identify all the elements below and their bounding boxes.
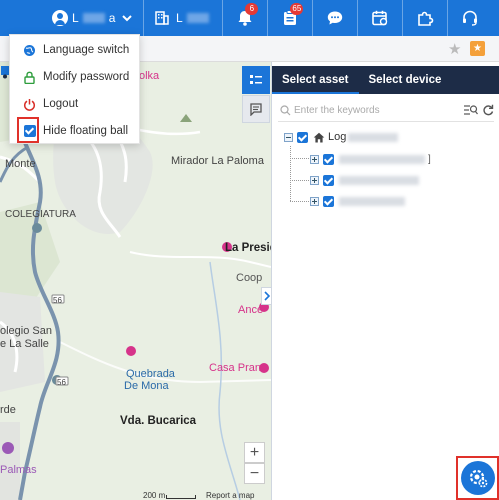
map-label-poi: Coop <box>236 272 263 284</box>
lock-icon <box>23 71 36 84</box>
app-root: L a L 6 65 ★ ★ 56 56 olka Monte Mirador … <box>0 0 499 500</box>
chevron-right-icon <box>263 291 270 301</box>
org-selector[interactable]: L <box>144 0 222 36</box>
tree-node-label: Log <box>328 131 347 143</box>
gear-settings-icon <box>469 469 488 488</box>
menu-item-language-switch[interactable]: Language switch <box>10 37 141 63</box>
map-label-place: La Presid <box>225 242 271 254</box>
map-label-place: Vda. Bucarica <box>120 415 197 427</box>
panel-collapse-toggle[interactable] <box>261 287 271 305</box>
road-label: 56 <box>53 296 62 305</box>
org-name-redacted <box>186 13 209 23</box>
extension-icon[interactable]: ★ <box>470 41 485 56</box>
map-label-poi: olka <box>139 70 160 82</box>
messages-button[interactable] <box>313 0 357 36</box>
tree-node-child[interactable] <box>310 173 419 187</box>
tree-node-root[interactable]: Log <box>284 130 399 144</box>
calendar-button[interactable] <box>358 0 402 36</box>
search-input[interactable] <box>294 101 454 119</box>
expand-toggle-icon[interactable] <box>310 196 319 206</box>
menu-item-label: Language switch <box>43 44 130 56</box>
map-label-place: COLEGIATURA <box>5 209 76 220</box>
menu-item-modify-password[interactable]: Modify password <box>10 64 141 90</box>
puzzle-icon <box>418 11 434 26</box>
power-icon <box>23 98 36 111</box>
menu-item-label: Hide floating ball <box>43 125 129 137</box>
list-view-tab[interactable] <box>242 66 270 94</box>
map-label-poi: Casa Prana <box>209 362 268 374</box>
zoom-in-button[interactable]: + <box>244 442 265 463</box>
home-icon <box>313 132 325 142</box>
user-name-suffix: a <box>108 11 116 25</box>
search-icon <box>280 105 291 116</box>
tree-node-suffix: ] <box>428 153 431 165</box>
checkbox-checked-icon[interactable] <box>323 153 334 165</box>
map-label-place: olegio San <box>0 325 52 337</box>
tab-select-asset[interactable]: Select asset <box>272 66 359 94</box>
headset-icon <box>463 10 478 26</box>
message-square-icon <box>250 103 262 116</box>
map-label-place: e La Salle <box>0 338 49 350</box>
zoom-out-button[interactable]: − <box>244 463 265 484</box>
asset-panel: Select asset Select device Log ] <box>271 62 499 500</box>
user-avatar-icon <box>52 10 68 26</box>
plugins-button[interactable] <box>403 0 447 36</box>
user-menu-trigger[interactable]: L a <box>0 0 143 36</box>
map-scale-bar <box>166 495 196 499</box>
map-label-poi: Palmas <box>0 464 37 476</box>
refresh-icon[interactable] <box>482 104 494 116</box>
chevron-down-icon <box>122 15 133 22</box>
menu-item-logout[interactable]: Logout <box>10 91 141 117</box>
tree-connector <box>290 158 311 159</box>
redacted-text <box>339 175 419 185</box>
redacted-text <box>348 132 399 142</box>
notifications-button[interactable]: 6 <box>223 0 267 36</box>
road-label: 56 <box>57 378 66 387</box>
checkbox-checked-icon[interactable] <box>323 174 334 186</box>
highlight-annotation <box>17 117 39 143</box>
checkbox-checked-icon[interactable] <box>323 195 334 207</box>
map-label-place: Quebrada <box>126 368 175 380</box>
map-label-place: Mirador La Paloma <box>171 155 264 167</box>
user-name-redacted <box>82 13 105 23</box>
report-map-error-link[interactable]: Report a map error <box>206 491 271 500</box>
redacted-text <box>339 154 425 164</box>
top-navbar: L a L 6 65 <box>0 0 499 36</box>
map-label-place: De Mona <box>124 380 169 392</box>
map-label-poi: Ance <box>238 304 264 316</box>
tree-connector <box>290 180 311 181</box>
checkbox-checked-icon[interactable] <box>297 131 308 143</box>
map-label-place: Monte <box>5 158 36 170</box>
org-name-prefix: L <box>176 11 183 25</box>
map-label-place: rde <box>0 404 16 416</box>
floating-ball-button[interactable] <box>461 461 495 495</box>
expand-toggle-icon[interactable] <box>310 175 319 185</box>
advanced-search-icon[interactable] <box>464 104 478 116</box>
menu-item-label: Modify password <box>43 71 130 83</box>
list-icon <box>250 75 262 84</box>
panel-tab-bar: Select asset Select device <box>272 66 499 94</box>
menu-item-label: Logout <box>43 98 79 110</box>
tree-node-child[interactable] <box>310 194 405 208</box>
calendar-settings-icon <box>372 10 388 26</box>
globe-icon <box>23 44 36 57</box>
tree-node-child[interactable]: ] <box>310 152 431 166</box>
message-view-tab[interactable] <box>242 95 270 123</box>
tasks-count-badge: 65 <box>290 3 304 15</box>
support-button[interactable] <box>448 0 492 36</box>
expand-toggle-icon[interactable] <box>310 154 319 164</box>
notification-count-badge: 6 <box>245 3 259 15</box>
tree-connector <box>290 146 291 201</box>
redacted-text <box>339 196 405 206</box>
tab-select-device[interactable]: Select device <box>359 66 452 94</box>
chat-bubble-icon <box>328 11 343 25</box>
tasks-button[interactable]: 65 <box>268 0 312 36</box>
search-bar <box>278 98 494 122</box>
collapse-toggle-icon[interactable] <box>284 132 293 142</box>
map-scale-label: 200 m <box>143 491 166 500</box>
bookmark-star-icon[interactable]: ★ <box>448 40 461 58</box>
user-name-prefix: L <box>72 11 79 25</box>
tree-connector <box>290 201 311 202</box>
building-icon <box>155 11 169 25</box>
